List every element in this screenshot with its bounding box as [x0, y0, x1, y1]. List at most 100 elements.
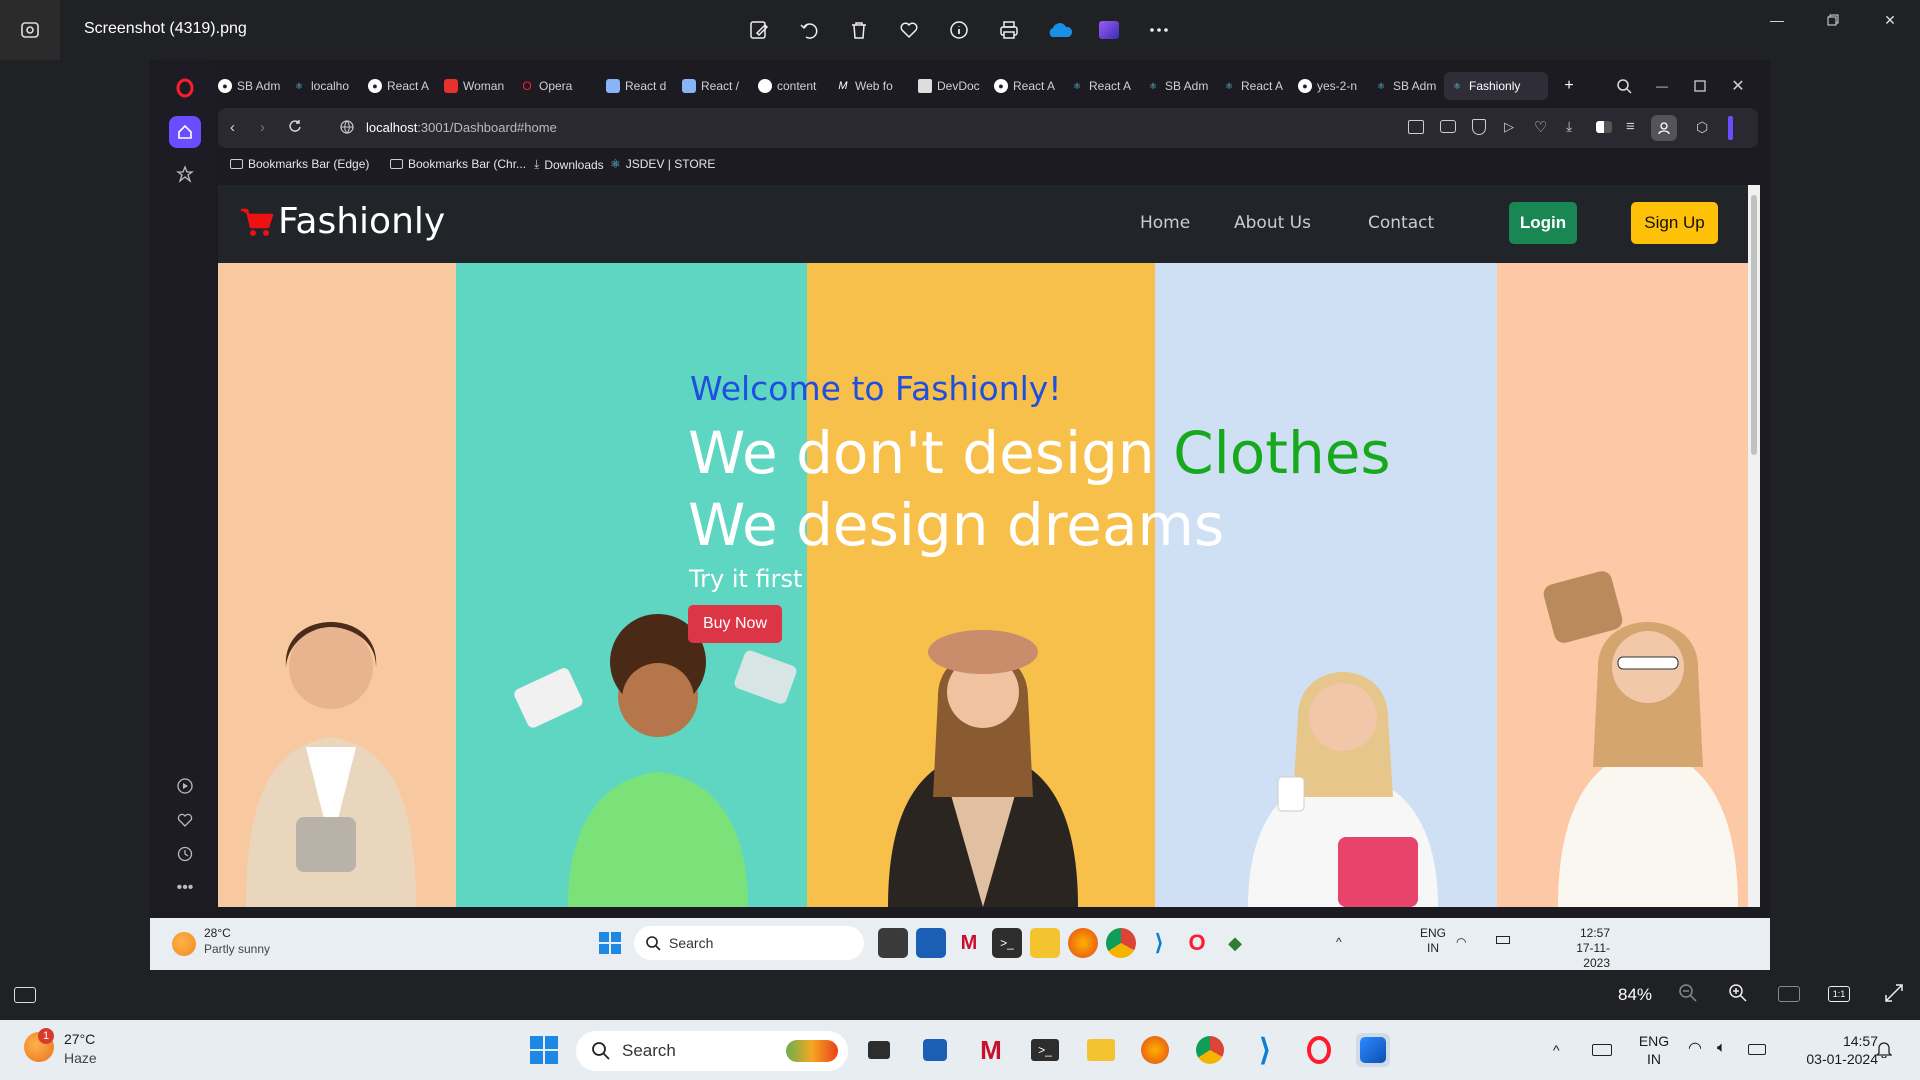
battery-icon[interactable]	[1748, 1044, 1766, 1055]
volume-icon[interactable]: 🔈︎	[1717, 1039, 1726, 1056]
tab[interactable]: React d	[600, 72, 674, 100]
delete-icon[interactable]	[843, 14, 875, 46]
tab[interactable]: ⚛ React A	[1216, 72, 1290, 100]
easy-setup-icon[interactable]: ≡	[1626, 118, 1635, 135]
fullscreen-icon[interactable]	[1884, 983, 1904, 1008]
browser-close-icon[interactable]: ✕	[1724, 72, 1752, 100]
vscode-icon[interactable]: ⟩	[1248, 1033, 1282, 1067]
snapshot-edit-icon[interactable]	[1408, 120, 1424, 134]
zoom-in-icon[interactable]	[1728, 983, 1748, 1008]
tab-fashionly[interactable]: ⚛ Fashionly	[1444, 72, 1548, 100]
scrollbar-thumb[interactable]	[1751, 195, 1757, 455]
tray-chevron-icon[interactable]: ^	[1336, 935, 1342, 949]
tab[interactable]: ⚛ SB Adm	[1368, 72, 1442, 100]
forward-icon[interactable]: ›	[260, 119, 265, 136]
theme-toggle-icon[interactable]	[1596, 121, 1612, 133]
pinboard-icon[interactable]	[169, 158, 201, 190]
opera-taskbar-icon[interactable]	[1302, 1033, 1336, 1067]
wifi-icon[interactable]: ◠	[1688, 1038, 1702, 1058]
bookmark-folder-edge[interactable]: Bookmarks Bar (Edge)	[230, 157, 369, 171]
minimize-icon[interactable]: —	[1757, 8, 1797, 32]
language-indicator[interactable]: ENG IN	[1636, 1032, 1672, 1068]
mongodb-icon[interactable]: ◆	[1220, 928, 1250, 958]
home-icon[interactable]	[169, 116, 201, 148]
chrome-icon[interactable]	[1106, 928, 1136, 958]
nav-contact[interactable]: Contact	[1368, 213, 1434, 233]
tab[interactable]: content	[752, 72, 828, 100]
bookmark-jsdev[interactable]: ⚛ JSDEV | STORE	[610, 157, 715, 171]
search-box[interactable]: Search	[634, 926, 864, 960]
url-field[interactable]: localhost:3001/Dashboard#home	[366, 120, 557, 135]
tab[interactable]: ● yes-2-n	[1292, 72, 1366, 100]
tab[interactable]: ⚛ SB Adm	[1140, 72, 1214, 100]
new-tab-button[interactable]: +	[1556, 72, 1582, 100]
start-icon[interactable]	[595, 928, 625, 958]
notification-bell-icon[interactable]	[1875, 1040, 1893, 1063]
tab[interactable]: ● React A	[362, 72, 436, 100]
flow-icon[interactable]: ▷	[1504, 119, 1514, 135]
task-view-icon[interactable]	[878, 928, 908, 958]
tab[interactable]: ● React A	[988, 72, 1062, 100]
bookmark-folder-chrome[interactable]: Bookmarks Bar (Chr...	[390, 157, 526, 171]
tab[interactable]: ⚛ localho	[286, 72, 360, 100]
onedrive-icon[interactable]	[1044, 14, 1076, 46]
wifi-icon[interactable]: ◠	[1456, 935, 1466, 949]
brand-logo[interactable]: Fashionly	[240, 201, 445, 242]
favorite-icon[interactable]	[893, 14, 925, 46]
actual-size-icon[interactable]: 1:1	[1828, 986, 1850, 1002]
firefox-icon[interactable]	[1138, 1033, 1172, 1067]
store-icon[interactable]	[918, 1033, 952, 1067]
clock[interactable]: 14:57 03-01-2024	[1778, 1032, 1878, 1068]
explorer-icon[interactable]	[1084, 1033, 1118, 1067]
history-icon[interactable]	[169, 838, 201, 870]
mcafee-icon[interactable]: M	[954, 928, 984, 958]
clipchamp-icon[interactable]	[1093, 14, 1125, 46]
bookmark-heart-icon[interactable]: ♡	[1534, 118, 1547, 136]
buy-now-button[interactable]: Buy Now	[688, 605, 782, 643]
profile-icon[interactable]	[1651, 115, 1677, 141]
search-tabs-icon[interactable]	[1610, 72, 1638, 100]
mcafee-icon[interactable]: M	[974, 1033, 1008, 1067]
bookmark-downloads[interactable]: ⤓ Downloads	[534, 157, 604, 172]
edit-icon[interactable]	[743, 14, 775, 46]
site-info-icon[interactable]	[340, 120, 354, 139]
shield-icon[interactable]	[1472, 119, 1486, 135]
tab[interactable]: Woman	[438, 72, 512, 100]
zoom-out-icon[interactable]	[1678, 983, 1698, 1008]
nav-home[interactable]: Home	[1140, 213, 1190, 233]
page-scrollbar[interactable]	[1748, 185, 1760, 907]
more-sidebar-icon[interactable]: •••	[169, 872, 201, 904]
more-icon[interactable]	[1143, 14, 1175, 46]
start-icon[interactable]	[527, 1033, 561, 1067]
opera-taskbar-icon[interactable]: O	[1182, 928, 1212, 958]
photos-app-icon[interactable]	[0, 0, 60, 60]
photos-taskbar-icon[interactable]	[1356, 1033, 1390, 1067]
browser-maximize-icon[interactable]	[1686, 72, 1714, 100]
tab[interactable]: ● SB Adm	[212, 72, 284, 100]
tab[interactable]: DevDoc	[912, 72, 986, 100]
task-view-icon[interactable]	[862, 1033, 896, 1067]
download-icon[interactable]: ⤓	[1566, 118, 1572, 135]
tab[interactable]: ⚛ React A	[1064, 72, 1138, 100]
nav-about[interactable]: About Us	[1234, 213, 1311, 233]
terminal-icon[interactable]: >_	[1028, 1033, 1062, 1067]
back-icon[interactable]: ‹	[230, 119, 235, 136]
terminal-icon[interactable]: >_	[992, 928, 1022, 958]
battery-icon[interactable]	[1496, 936, 1510, 944]
clock[interactable]: 12:57 17-11-2023	[1550, 926, 1610, 970]
browser-minimize-icon[interactable]: —	[1648, 72, 1676, 100]
heart-icon[interactable]	[169, 804, 201, 836]
player-icon[interactable]	[169, 770, 201, 802]
print-icon[interactable]	[993, 14, 1025, 46]
chrome-icon[interactable]	[1193, 1033, 1227, 1067]
language-indicator[interactable]: ENG IN	[1420, 926, 1446, 956]
filmstrip-icon[interactable]	[14, 987, 36, 1003]
close-icon[interactable]: ✕	[1870, 8, 1910, 32]
tab[interactable]: O Opera	[514, 72, 590, 100]
restore-icon[interactable]	[1813, 8, 1853, 32]
fit-to-window-icon[interactable]	[1778, 986, 1800, 1002]
login-button[interactable]: Login	[1509, 202, 1577, 244]
keyboard-icon[interactable]	[1592, 1044, 1612, 1056]
explorer-icon[interactable]	[1030, 928, 1060, 958]
camera-icon[interactable]	[1440, 120, 1456, 133]
